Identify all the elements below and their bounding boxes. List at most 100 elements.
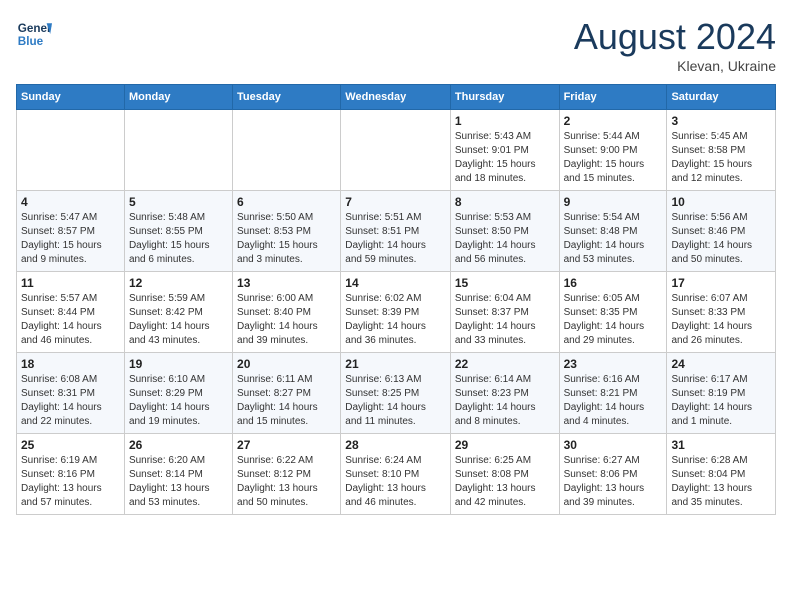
day-number: 8 (455, 195, 555, 209)
calendar-cell: 30 Sunrise: 6:27 AM Sunset: 8:06 PM Dayli… (559, 434, 667, 515)
calendar-cell (17, 110, 125, 191)
calendar-cell (124, 110, 232, 191)
day-info: Sunrise: 5:48 AM Sunset: 8:55 PM Dayligh… (129, 211, 228, 267)
calendar-cell: 24Sunrise: 6:17 AM Sunset: 8:19 PM Dayli… (667, 353, 776, 434)
calendar-cell: 21Sunrise: 6:13 AM Sunset: 8:25 PM Dayli… (341, 353, 451, 434)
calendar-body: 1 Sunrise: 5:43 AM Sunset: 9:01 PM Daylig… (17, 110, 776, 515)
day-info: Sunrise: 6:20 AM Sunset: 8:14 PM Dayligh… (129, 454, 228, 510)
calendar-cell: 6 Sunrise: 5:50 AM Sunset: 8:53 PM Daylig… (233, 191, 341, 272)
logo-icon: General Blue (16, 16, 52, 52)
day-number: 2 (564, 114, 663, 128)
day-info: Sunrise: 6:10 AM Sunset: 8:29 PM Dayligh… (129, 373, 228, 429)
day-info: Sunrise: 6:28 AM Sunset: 8:04 PM Dayligh… (671, 454, 771, 510)
day-number: 30 (564, 438, 663, 452)
calendar-cell: 17Sunrise: 6:07 AM Sunset: 8:33 PM Dayli… (667, 272, 776, 353)
day-number: 15 (455, 276, 555, 290)
day-number: 20 (237, 357, 336, 371)
calendar-cell: 13 Sunrise: 6:00 AM Sunset: 8:40 PM Dayli… (233, 272, 341, 353)
day-number: 12 (129, 276, 228, 290)
calendar-cell: 19 Sunrise: 6:10 AM Sunset: 8:29 PM Dayli… (124, 353, 232, 434)
day-header-saturday: Saturday (667, 85, 776, 110)
day-info: Sunrise: 6:08 AM Sunset: 8:31 PM Dayligh… (21, 373, 120, 429)
calendar-header-row: SundayMondayTuesdayWednesdayThursdayFrid… (17, 85, 776, 110)
calendar-cell: 28 Sunrise: 6:24 AM Sunset: 8:10 PM Dayli… (341, 434, 451, 515)
calendar-cell: 29 Sunrise: 6:25 AM Sunset: 8:08 PM Dayli… (450, 434, 559, 515)
day-info: Sunrise: 5:59 AM Sunset: 8:42 PM Dayligh… (129, 292, 228, 348)
calendar-week-3: 11Sunrise: 5:57 AM Sunset: 8:44 PM Dayli… (17, 272, 776, 353)
calendar-cell: 12 Sunrise: 5:59 AM Sunset: 8:42 PM Dayli… (124, 272, 232, 353)
day-number: 23 (564, 357, 663, 371)
day-number: 22 (455, 357, 555, 371)
day-info: Sunrise: 5:47 AM Sunset: 8:57 PM Dayligh… (21, 211, 120, 267)
calendar-cell: 26 Sunrise: 6:20 AM Sunset: 8:14 PM Dayli… (124, 434, 232, 515)
day-info: Sunrise: 6:14 AM Sunset: 8:23 PM Dayligh… (455, 373, 555, 429)
calendar-week-1: 1 Sunrise: 5:43 AM Sunset: 9:01 PM Daylig… (17, 110, 776, 191)
day-number: 7 (345, 195, 446, 209)
day-info: Sunrise: 5:54 AM Sunset: 8:48 PM Dayligh… (564, 211, 663, 267)
calendar-cell: 7 Sunrise: 5:51 AM Sunset: 8:51 PM Daylig… (341, 191, 451, 272)
day-number: 25 (21, 438, 120, 452)
calendar-cell: 15 Sunrise: 6:04 AM Sunset: 8:37 PM Dayli… (450, 272, 559, 353)
day-info: Sunrise: 6:11 AM Sunset: 8:27 PM Dayligh… (237, 373, 336, 429)
calendar-cell: 11Sunrise: 5:57 AM Sunset: 8:44 PM Dayli… (17, 272, 125, 353)
day-number: 3 (671, 114, 771, 128)
day-number: 26 (129, 438, 228, 452)
calendar-week-4: 18Sunrise: 6:08 AM Sunset: 8:31 PM Dayli… (17, 353, 776, 434)
svg-text:Blue: Blue (18, 35, 44, 48)
day-info: Sunrise: 6:04 AM Sunset: 8:37 PM Dayligh… (455, 292, 555, 348)
day-number: 4 (21, 195, 120, 209)
day-number: 29 (455, 438, 555, 452)
day-header-sunday: Sunday (17, 85, 125, 110)
calendar-week-5: 25 Sunrise: 6:19 AM Sunset: 8:16 PM Dayli… (17, 434, 776, 515)
calendar-cell: 25 Sunrise: 6:19 AM Sunset: 8:16 PM Dayli… (17, 434, 125, 515)
day-info: Sunrise: 5:56 AM Sunset: 8:46 PM Dayligh… (671, 211, 771, 267)
day-number: 5 (129, 195, 228, 209)
calendar-cell: 27 Sunrise: 6:22 AM Sunset: 8:12 PM Dayli… (233, 434, 341, 515)
location-subtitle: Klevan, Ukraine (574, 58, 776, 74)
day-info: Sunrise: 6:02 AM Sunset: 8:39 PM Dayligh… (345, 292, 446, 348)
calendar-table: SundayMondayTuesdayWednesdayThursdayFrid… (16, 84, 776, 515)
day-number: 21 (345, 357, 446, 371)
day-info: Sunrise: 5:51 AM Sunset: 8:51 PM Dayligh… (345, 211, 446, 267)
calendar-cell (233, 110, 341, 191)
day-number: 14 (345, 276, 446, 290)
calendar-cell: 14 Sunrise: 6:02 AM Sunset: 8:39 PM Dayli… (341, 272, 451, 353)
day-header-friday: Friday (559, 85, 667, 110)
day-info: Sunrise: 6:27 AM Sunset: 8:06 PM Dayligh… (564, 454, 663, 510)
day-header-tuesday: Tuesday (233, 85, 341, 110)
day-info: Sunrise: 5:53 AM Sunset: 8:50 PM Dayligh… (455, 211, 555, 267)
day-number: 13 (237, 276, 336, 290)
day-info: Sunrise: 6:19 AM Sunset: 8:16 PM Dayligh… (21, 454, 120, 510)
day-number: 19 (129, 357, 228, 371)
title-block: August 2024 Klevan, Ukraine (574, 16, 776, 74)
day-info: Sunrise: 5:50 AM Sunset: 8:53 PM Dayligh… (237, 211, 336, 267)
day-number: 16 (564, 276, 663, 290)
calendar-cell: 2 Sunrise: 5:44 AM Sunset: 9:00 PM Daylig… (559, 110, 667, 191)
calendar-cell (341, 110, 451, 191)
calendar-cell: 3 Sunrise: 5:45 AM Sunset: 8:58 PM Daylig… (667, 110, 776, 191)
day-info: Sunrise: 6:24 AM Sunset: 8:10 PM Dayligh… (345, 454, 446, 510)
calendar-cell: 9Sunrise: 5:54 AM Sunset: 8:48 PM Daylig… (559, 191, 667, 272)
calendar-cell: 4 Sunrise: 5:47 AM Sunset: 8:57 PM Daylig… (17, 191, 125, 272)
day-info: Sunrise: 5:43 AM Sunset: 9:01 PM Dayligh… (455, 130, 555, 186)
calendar-cell: 16Sunrise: 6:05 AM Sunset: 8:35 PM Dayli… (559, 272, 667, 353)
day-number: 1 (455, 114, 555, 128)
day-info: Sunrise: 5:45 AM Sunset: 8:58 PM Dayligh… (671, 130, 771, 186)
day-number: 11 (21, 276, 120, 290)
day-number: 27 (237, 438, 336, 452)
calendar-cell: 18Sunrise: 6:08 AM Sunset: 8:31 PM Dayli… (17, 353, 125, 434)
day-header-wednesday: Wednesday (341, 85, 451, 110)
day-info: Sunrise: 6:22 AM Sunset: 8:12 PM Dayligh… (237, 454, 336, 510)
day-header-monday: Monday (124, 85, 232, 110)
day-number: 28 (345, 438, 446, 452)
day-number: 24 (671, 357, 771, 371)
calendar-cell: 5 Sunrise: 5:48 AM Sunset: 8:55 PM Daylig… (124, 191, 232, 272)
day-info: Sunrise: 5:44 AM Sunset: 9:00 PM Dayligh… (564, 130, 663, 186)
day-info: Sunrise: 6:00 AM Sunset: 8:40 PM Dayligh… (237, 292, 336, 348)
svg-text:General: General (18, 22, 52, 35)
day-info: Sunrise: 6:25 AM Sunset: 8:08 PM Dayligh… (455, 454, 555, 510)
calendar-cell: 1 Sunrise: 5:43 AM Sunset: 9:01 PM Daylig… (450, 110, 559, 191)
day-number: 17 (671, 276, 771, 290)
day-number: 6 (237, 195, 336, 209)
calendar-week-2: 4 Sunrise: 5:47 AM Sunset: 8:57 PM Daylig… (17, 191, 776, 272)
